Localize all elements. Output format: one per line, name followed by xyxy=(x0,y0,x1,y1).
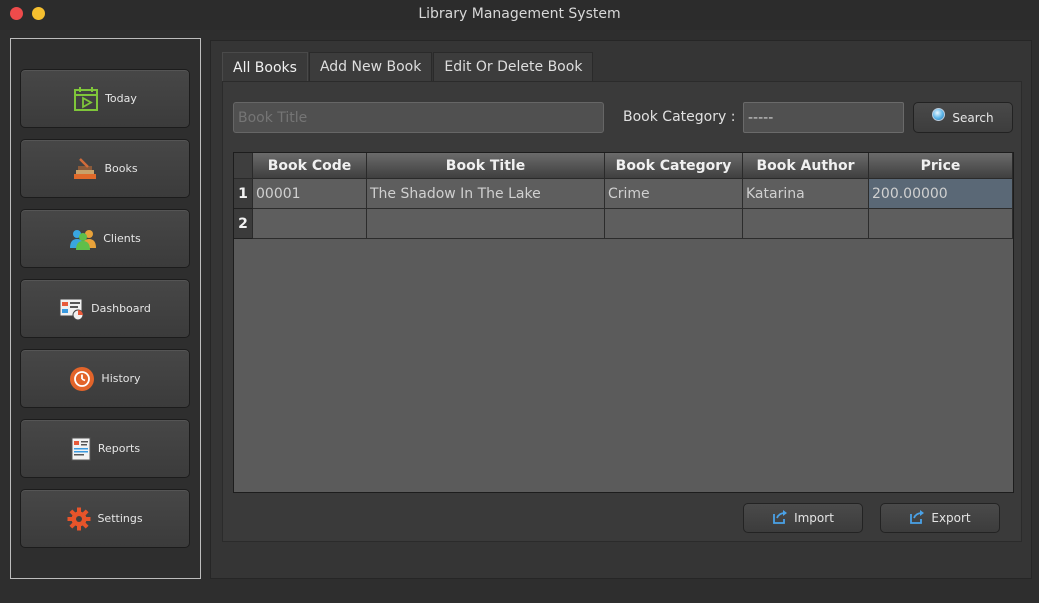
tab-edit-or-delete-book[interactable]: Edit Or Delete Book xyxy=(433,52,594,81)
export-button[interactable]: Export xyxy=(880,503,1000,533)
books-icon xyxy=(72,157,98,181)
table-cell[interactable]: Crime xyxy=(605,179,743,209)
table-cell[interactable]: The Shadow In The Lake xyxy=(367,179,605,209)
sidebar-item-label: Today xyxy=(105,92,137,105)
search-icon xyxy=(932,108,946,121)
row-header[interactable]: 2 xyxy=(234,209,253,239)
book-title-search-input[interactable] xyxy=(233,102,604,133)
dashboard-icon xyxy=(59,297,85,321)
table-cell[interactable] xyxy=(253,209,367,239)
title-bar: Library Management System xyxy=(0,0,1039,30)
book-category-select[interactable]: ----- xyxy=(743,102,904,133)
import-icon xyxy=(772,509,788,527)
table-cell[interactable] xyxy=(367,209,605,239)
users-icon xyxy=(69,228,97,250)
table-cell[interactable] xyxy=(605,209,743,239)
search-button-label: Search xyxy=(952,110,994,125)
sidebar-item-label: Reports xyxy=(97,442,141,455)
gear-icon xyxy=(67,507,91,531)
sidebar-item-clients[interactable]: Clients xyxy=(20,209,190,268)
table-cell[interactable]: 00001 xyxy=(253,179,367,209)
history-icon xyxy=(69,366,95,392)
column-header-price[interactable]: Price xyxy=(869,153,1013,179)
import-button-label: Import xyxy=(794,511,834,525)
calendar-icon xyxy=(73,86,99,112)
column-header-book-code[interactable]: Book Code xyxy=(253,153,367,179)
book-category-label: Book Category : xyxy=(623,109,736,125)
table-cell[interactable]: Katarina xyxy=(743,179,869,209)
export-icon xyxy=(909,509,925,527)
sidebar-item-today[interactable]: Today xyxy=(20,69,190,128)
window-title: Library Management System xyxy=(418,6,621,22)
tab-all-books[interactable]: All Books xyxy=(222,52,308,82)
sidebar-item-history[interactable]: History xyxy=(20,349,190,408)
table-corner[interactable] xyxy=(234,153,253,179)
sidebar-item-label: Clients xyxy=(103,232,141,245)
sidebar-item-label: Settings xyxy=(97,512,143,525)
table-cell[interactable] xyxy=(743,209,869,239)
sidebar-item-label: Dashboard xyxy=(91,302,151,315)
export-button-label: Export xyxy=(931,511,971,525)
column-header-book-title[interactable]: Book Title xyxy=(367,153,605,179)
tab-add-new-book[interactable]: Add New Book xyxy=(308,52,433,81)
search-button[interactable]: Search xyxy=(913,102,1013,133)
import-button[interactable]: Import xyxy=(743,503,863,533)
table-cell[interactable] xyxy=(869,209,1013,239)
sidebar-item-reports[interactable]: Reports xyxy=(20,419,190,478)
tab-bar: All Books Add New Book Edit Or Delete Bo… xyxy=(222,52,594,82)
reports-icon xyxy=(70,437,92,461)
sidebar-item-settings[interactable]: Settings xyxy=(20,489,190,548)
column-header-book-author[interactable]: Book Author xyxy=(743,153,869,179)
row-header[interactable]: 1 xyxy=(234,179,253,209)
sidebar-item-dashboard[interactable]: Dashboard xyxy=(20,279,190,338)
sidebar-item-label: History xyxy=(101,372,141,385)
table-cell-selected[interactable]: 200.00000 xyxy=(869,179,1013,209)
sidebar: Today Books Clients Dashboard History Re… xyxy=(10,38,201,579)
sidebar-item-books[interactable]: Books xyxy=(20,139,190,198)
books-table[interactable]: Book Code Book Title Book Category Book … xyxy=(233,152,1014,493)
sidebar-item-label: Books xyxy=(104,162,138,175)
column-header-book-category[interactable]: Book Category xyxy=(605,153,743,179)
